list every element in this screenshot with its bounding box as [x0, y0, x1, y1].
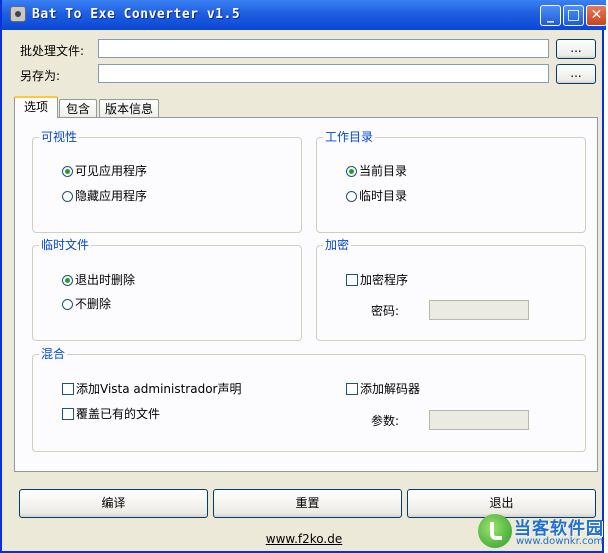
visible-app-label: 可见应用程序	[75, 164, 148, 178]
visibility-group: 可视性 可见应用程序 隐藏应用程序	[32, 130, 302, 233]
close-button[interactable]: ✕	[586, 5, 607, 26]
encrypt-program-label: 加密程序	[360, 273, 409, 287]
batch-file-label: 批处理文件:	[20, 44, 85, 58]
workdir-group-title: 工作目录	[323, 130, 376, 144]
radio-icon	[346, 191, 357, 202]
save-as-label: 另存为:	[20, 69, 61, 83]
watermark-url: www.downkr.com	[516, 536, 604, 547]
add-vista-label: 添加Vista administrador声明	[76, 382, 242, 396]
title-bar[interactable]: Bat To Exe Converter v1.5 _ □ ✕	[2, 0, 607, 30]
delete-on-exit-radio[interactable]: 退出时删除	[62, 273, 135, 287]
options-panel: 可视性 可见应用程序 隐藏应用程序 工作目录 当前目录 临时目录 临时文件 退出…	[14, 117, 598, 472]
main-window: Bat To Exe Converter v1.5 _ □ ✕ 批处理文件: .…	[0, 0, 607, 553]
current-dir-radio[interactable]: 当前目录	[346, 164, 407, 178]
compile-button[interactable]: 编译	[19, 489, 208, 518]
add-decoder-label: 添加解码器	[360, 382, 421, 396]
hidden-app-label: 隐藏应用程序	[75, 189, 148, 203]
checkbox-icon	[346, 383, 358, 395]
radio-icon	[62, 299, 73, 310]
reset-button[interactable]: 重置	[213, 489, 402, 518]
radio-selected-icon	[62, 166, 73, 177]
tab-options[interactable]: 选项	[14, 96, 58, 118]
add-vista-checkbox[interactable]: 添加Vista administrador声明	[62, 382, 241, 396]
radio-selected-icon	[62, 275, 73, 286]
radio-selected-icon	[346, 166, 357, 177]
password-label: 密码:	[371, 304, 400, 318]
hidden-app-radio[interactable]: 隐藏应用程序	[62, 189, 147, 203]
window-title: Bat To Exe Converter v1.5	[32, 7, 241, 22]
save-as-input[interactable]	[98, 64, 549, 83]
no-delete-radio[interactable]: 不删除	[62, 297, 111, 311]
no-delete-label: 不删除	[75, 297, 112, 311]
checkbox-icon	[62, 383, 74, 395]
params-input[interactable]	[429, 410, 529, 430]
checkbox-icon	[346, 274, 358, 286]
encrypt-program-checkbox[interactable]: 加密程序	[346, 273, 408, 287]
watermark: 当客软件园 www.downkr.com	[470, 512, 608, 553]
delete-on-exit-label: 退出时删除	[75, 273, 136, 287]
tempfiles-group: 临时文件 退出时删除 不删除	[32, 238, 302, 341]
batch-file-input[interactable]	[98, 39, 549, 58]
checkbox-icon	[62, 408, 74, 420]
radio-icon	[62, 191, 73, 202]
save-as-browse-button[interactable]: ...	[556, 64, 596, 84]
misc-group: 混合 添加Vista administrador声明 覆盖已有的文件 添加解码器…	[32, 347, 586, 452]
current-dir-label: 当前目录	[359, 164, 408, 178]
batch-browse-button[interactable]: ...	[556, 39, 596, 59]
password-input[interactable]	[429, 300, 529, 320]
tab-include[interactable]: 包含	[59, 99, 97, 119]
visibility-group-title: 可视性	[39, 130, 80, 144]
add-decoder-checkbox[interactable]: 添加解码器	[346, 382, 420, 396]
temp-dir-label: 临时目录	[359, 189, 408, 203]
params-label: 参数:	[371, 414, 400, 428]
app-gear-icon	[10, 6, 26, 22]
encrypt-group: 加密 加密程序 密码:	[316, 238, 586, 341]
maximize-button[interactable]: □	[563, 5, 584, 26]
minimize-button[interactable]: _	[540, 5, 561, 26]
misc-group-title: 混合	[39, 347, 68, 361]
overwrite-label: 覆盖已有的文件	[76, 407, 161, 421]
workdir-group: 工作目录 当前目录 临时目录	[316, 130, 586, 233]
watermark-logo-icon	[478, 514, 512, 548]
visible-app-radio[interactable]: 可见应用程序	[62, 164, 147, 178]
tempfiles-group-title: 临时文件	[39, 238, 92, 252]
encrypt-group-title: 加密	[323, 238, 352, 252]
tab-version-info[interactable]: 版本信息	[99, 99, 159, 119]
temp-dir-radio[interactable]: 临时目录	[346, 189, 407, 203]
overwrite-checkbox[interactable]: 覆盖已有的文件	[62, 407, 160, 421]
